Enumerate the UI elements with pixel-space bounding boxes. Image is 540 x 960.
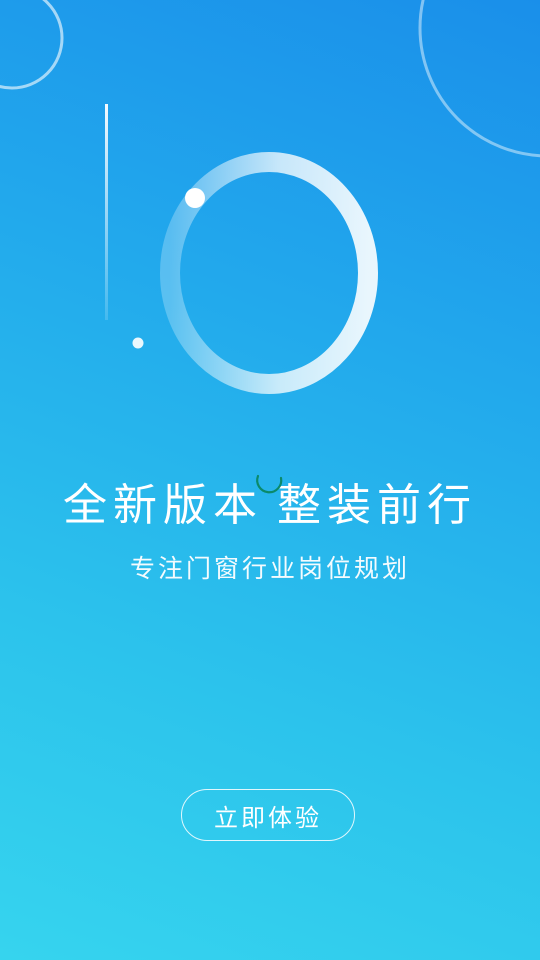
subtitle: 专注门窗行业岗位规划 (129, 554, 410, 583)
logo-ring-dot (185, 188, 205, 208)
logo-dot (132, 337, 144, 349)
try-now-button[interactable]: 立即体验 (181, 789, 355, 841)
logo-bar (105, 104, 108, 320)
try-now-button-label: 立即体验 (214, 803, 322, 832)
headline-part-2: 整装前行 (277, 480, 477, 531)
version-1-0-logo (105, 104, 378, 394)
loading-spinner-icon (256, 474, 283, 494)
corner-circle-top-left (0, 0, 64, 90)
splash-screen: 全新版本 整装前行 专注门窗行业岗位规划 立即体验 (0, 0, 540, 960)
corner-circle-top-right (418, 0, 540, 158)
headline-part-1: 全新版本 (63, 480, 263, 531)
